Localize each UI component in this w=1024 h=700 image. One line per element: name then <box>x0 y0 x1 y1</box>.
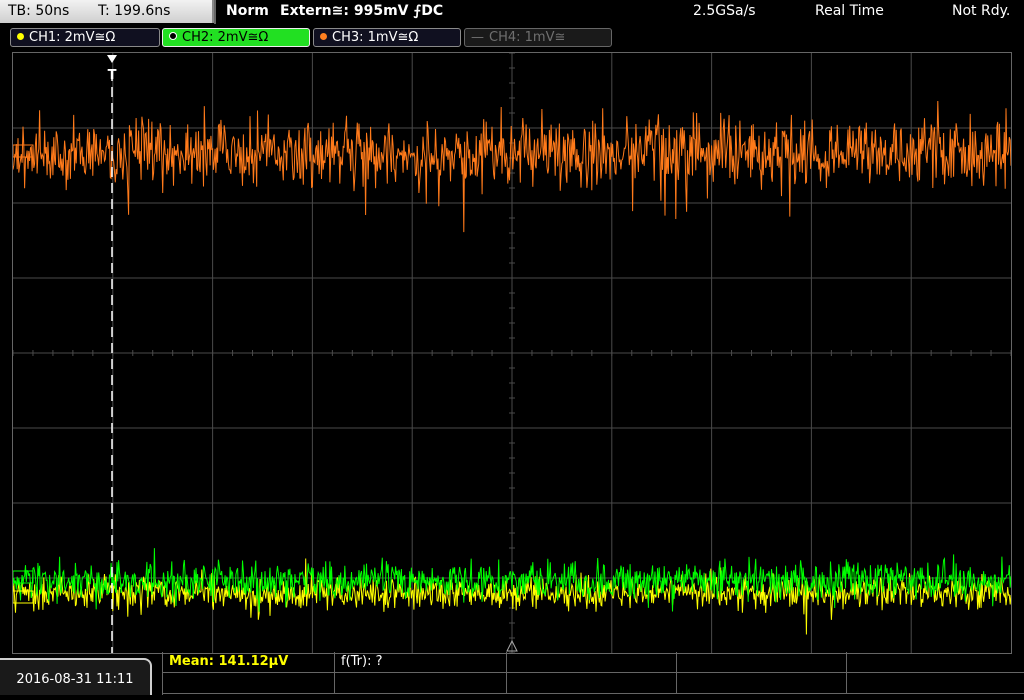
channel-1-button[interactable]: CH1: 2mV≅Ω <box>10 28 160 47</box>
measurement-grid: Mean: 141.12µV f(Tr): ? <box>162 652 1024 695</box>
measurement-area: 2016-08-31 11:11 Mean: 141.12µV f(Tr): ? <box>0 652 1024 695</box>
trigger-time-label: T: 199.6ns <box>98 3 171 19</box>
channel-2-button[interactable]: CH2: 2mV≅Ω <box>162 28 310 47</box>
measurement-slot-8[interactable] <box>507 673 677 694</box>
ch3-color-dot <box>320 33 327 40</box>
ch1-label: CH1: 2mV≅Ω <box>29 30 116 45</box>
acquisition-type: Real Time <box>815 3 884 19</box>
measurement-slot-10[interactable] <box>847 673 1024 694</box>
sample-rate: 2.5GSa/s <box>693 3 756 19</box>
measurement-slot-4[interactable] <box>677 652 847 673</box>
measurement-mean[interactable]: Mean: 141.12µV <box>163 652 335 673</box>
measurement-freq[interactable]: f(Tr): ? <box>335 652 507 673</box>
ch2-label: CH2: 2mV≅Ω <box>182 30 269 45</box>
trigger-source[interactable]: Extern≅: 995mV ⨍DC <box>280 0 443 23</box>
status-divider <box>214 0 216 24</box>
waveform-display[interactable]: T <box>12 52 1012 654</box>
trigger-marker-label: T <box>108 68 117 83</box>
ch1-color-dot <box>17 33 24 40</box>
measurement-slot-9[interactable] <box>677 673 847 694</box>
channel-bar: CH1: 2mV≅Ω CH2: 2mV≅Ω CH3: 1mV≅Ω — CH4: 1… <box>0 25 1024 49</box>
date-time: 2016-08-31 11:11 <box>0 658 152 695</box>
ch4-label: CH4: 1mV≅ <box>489 30 566 45</box>
waveform-canvas: T <box>12 52 1012 654</box>
status-bar: TB: 50ns T: 199.6ns Norm Extern≅: 995mV … <box>0 0 1024 24</box>
measurement-slot-5[interactable] <box>847 652 1024 673</box>
ch3-label: CH3: 1mV≅Ω <box>332 30 419 45</box>
trigger-arrow-icon <box>107 55 117 63</box>
measurement-slot-7[interactable] <box>335 673 507 694</box>
measurement-slot-3[interactable] <box>507 652 677 673</box>
timebase-label: TB: 50ns <box>8 3 70 19</box>
ch2-color-dot <box>169 32 177 40</box>
measurement-slot-6[interactable] <box>163 673 335 694</box>
channel-3-button[interactable]: CH3: 1mV≅Ω <box>313 28 461 47</box>
channel-4-button[interactable]: — CH4: 1mV≅ <box>464 28 612 47</box>
trigger-status: Not Rdy. <box>952 3 1011 19</box>
acquisition-mode[interactable]: Norm <box>226 0 269 23</box>
ch4-off-icon: — <box>471 30 484 45</box>
timebase-box[interactable]: TB: 50ns T: 199.6ns <box>0 0 214 23</box>
